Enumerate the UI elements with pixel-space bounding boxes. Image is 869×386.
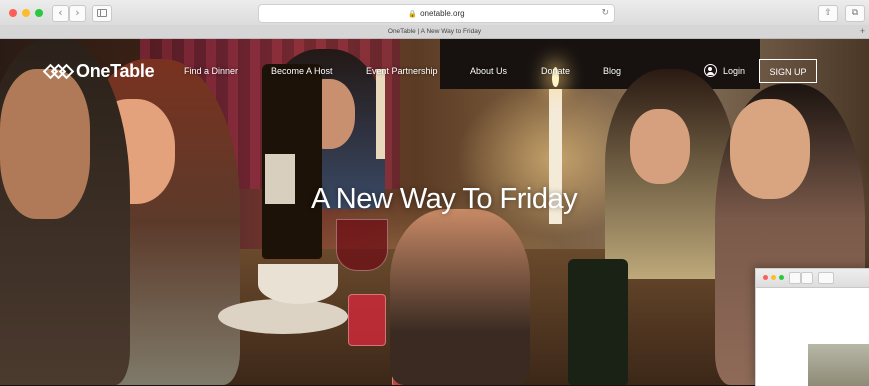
login-label: Login bbox=[723, 65, 746, 76]
tab-title[interactable]: OneTable | A New Way to Friday bbox=[388, 28, 481, 35]
nav-blog[interactable]: Blog bbox=[603, 66, 621, 76]
secondary-minimize-button[interactable] bbox=[771, 275, 776, 280]
url-text: onetable.org bbox=[420, 9, 465, 18]
reload-button[interactable]: ↻ bbox=[601, 5, 609, 22]
hero-headline: A New Way To Friday bbox=[311, 183, 578, 215]
raised-hand bbox=[390, 209, 530, 385]
secondary-close-button[interactable] bbox=[763, 275, 768, 280]
zoom-window-button[interactable] bbox=[35, 9, 43, 17]
wine-bottle bbox=[568, 259, 628, 385]
nav-find-a-dinner[interactable]: Find a Dinner bbox=[184, 66, 238, 76]
address-bar[interactable]: 🔒 onetable.org ↻ bbox=[258, 4, 615, 23]
secondary-browser-window[interactable] bbox=[755, 268, 869, 386]
secondary-back-button[interactable] bbox=[789, 272, 801, 284]
tabs-icon: ⧉ bbox=[851, 8, 859, 18]
tab-bar: OneTable | A New Way to Friday + bbox=[0, 25, 869, 39]
minimize-window-button[interactable] bbox=[22, 9, 30, 17]
sidebar-icon bbox=[97, 9, 107, 17]
secondary-window-toolbar bbox=[756, 269, 869, 288]
logo-text: OneTable bbox=[76, 61, 155, 81]
drink-glass bbox=[348, 294, 386, 346]
reload-icon: ↻ bbox=[601, 8, 609, 18]
wine-glass bbox=[336, 219, 388, 271]
nav-event-partnership[interactable]: Event Partnership bbox=[366, 66, 438, 76]
logo-mark-icon bbox=[42, 63, 75, 81]
forward-button[interactable]: › bbox=[69, 5, 86, 22]
secondary-zoom-button[interactable] bbox=[779, 275, 784, 280]
lock-icon: 🔒 bbox=[408, 10, 418, 18]
guest-face bbox=[730, 99, 810, 199]
browser-toolbar: ‹ › 🔒 onetable.org ↻ ⇧ ⧉ bbox=[0, 0, 869, 26]
chevron-right-icon: › bbox=[75, 6, 80, 19]
site-logo[interactable]: OneTable bbox=[42, 61, 155, 82]
guest-face bbox=[0, 69, 90, 219]
nav-donate[interactable]: Donate bbox=[541, 66, 570, 76]
back-button[interactable]: ‹ bbox=[52, 5, 69, 22]
plus-icon: + bbox=[859, 26, 866, 36]
sidebar-toggle-button[interactable] bbox=[92, 5, 112, 22]
login-link[interactable]: Login bbox=[704, 64, 745, 77]
user-icon bbox=[704, 64, 717, 77]
guest-face bbox=[630, 109, 690, 184]
nav-about-us[interactable]: About Us bbox=[470, 66, 507, 76]
candle bbox=[376, 69, 385, 159]
nav-become-a-host[interactable]: Become A Host bbox=[271, 66, 333, 76]
secondary-window-thumbnail bbox=[808, 344, 869, 386]
signup-button[interactable]: SIGN UP bbox=[759, 59, 817, 83]
plate bbox=[218, 299, 348, 334]
show-tabs-button[interactable]: ⧉ bbox=[845, 5, 865, 22]
share-button[interactable]: ⇧ bbox=[818, 5, 838, 22]
bottle-label bbox=[265, 154, 295, 204]
close-window-button[interactable] bbox=[9, 9, 17, 17]
secondary-sidebar-button[interactable] bbox=[818, 272, 834, 284]
secondary-forward-button[interactable] bbox=[801, 272, 813, 284]
bowl bbox=[258, 264, 338, 304]
new-tab-button[interactable]: + bbox=[858, 26, 867, 36]
chevron-left-icon: ‹ bbox=[58, 6, 63, 19]
share-icon: ⇧ bbox=[824, 8, 832, 18]
